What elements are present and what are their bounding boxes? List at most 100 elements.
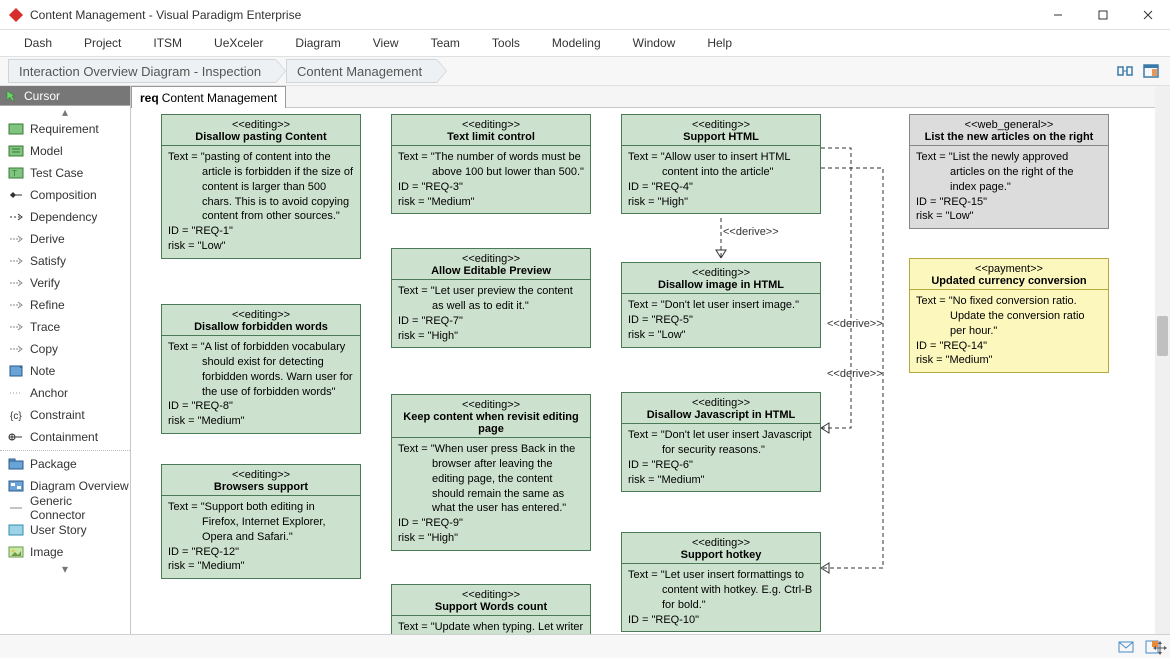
palette-item-dependency[interactable]: Dependency — [0, 206, 130, 228]
diagram-canvas[interactable]: <<editing>>Disallow pasting ContentText … — [131, 108, 1170, 634]
palette-item-anchor[interactable]: Anchor — [0, 382, 130, 404]
palette-item-image[interactable]: Image — [0, 541, 130, 563]
requirement-text: Text = "Update when typing. Let writer — [398, 620, 584, 634]
requirement-box[interactable]: <<editing>>Support hotkey Text = "Let use… — [621, 532, 821, 632]
requirement-title: Disallow Javascript in HTML — [626, 409, 816, 421]
menu-help[interactable]: Help — [691, 36, 748, 50]
requirement-box[interactable]: <<editing>>Support HTMLText = "Allow use… — [621, 114, 821, 214]
palette-item-satisfy[interactable]: Satisfy — [0, 250, 130, 272]
requirement-title: Support HTML — [626, 131, 816, 143]
palette-item-label: Test Case — [30, 166, 83, 180]
requirement-text: Text = "Allow user to insert HTML conten… — [628, 150, 814, 180]
requirement-stereotype: <<editing>> — [626, 537, 816, 549]
requirement-stereotype: <<editing>> — [626, 267, 816, 279]
requirement-box[interactable]: <<editing>>Disallow Javascript in HTMLTe… — [621, 392, 821, 492]
palette-item-label: Note — [30, 364, 55, 378]
palette-item-containment[interactable]: Containment — [0, 426, 130, 448]
canvas-scrollbar-vertical[interactable] — [1155, 86, 1170, 634]
palette-item-requirement[interactable]: Requirement — [0, 118, 130, 140]
requirement-box[interactable]: <<editing>>Support Words countText = "Up… — [391, 584, 591, 634]
menu-tools[interactable]: Tools — [476, 36, 536, 50]
requirement-box[interactable]: <<editing>>Disallow image in HTMLText = … — [621, 262, 821, 348]
minimize-button[interactable] — [1035, 0, 1080, 30]
palette-item-trace[interactable]: Trace — [0, 316, 130, 338]
palette-item-user-story[interactable]: User Story — [0, 519, 130, 541]
requirement-text: Text = "When user press Back in the brow… — [398, 442, 584, 516]
breadcrumb-seg-0[interactable]: Interaction Overview Diagram - Inspectio… — [8, 59, 276, 83]
close-button[interactable] — [1125, 0, 1170, 30]
menu-view[interactable]: View — [357, 36, 415, 50]
app-icon — [8, 7, 24, 23]
palette-item-package[interactable]: Package — [0, 453, 130, 475]
menu-diagram[interactable]: Diagram — [279, 36, 356, 50]
requirement-title: Updated currency conversion — [914, 275, 1104, 287]
requirement-risk: risk = "Medium" — [628, 473, 814, 488]
palette-item-label: Diagram Overview — [30, 479, 129, 493]
menu-project[interactable]: Project — [68, 36, 137, 50]
mail-icon[interactable] — [1118, 639, 1134, 655]
requirement-text: Text = "Let user preview the content as … — [398, 284, 584, 314]
menu-modeling[interactable]: Modeling — [536, 36, 617, 50]
requirement-box[interactable]: <<editing>>Disallow pasting ContentText … — [161, 114, 361, 259]
palette-item-derive[interactable]: Derive — [0, 228, 130, 250]
palette-item-note[interactable]: Note — [0, 360, 130, 382]
requirement-text: Text = "Let user insert formattings to c… — [628, 568, 814, 613]
requirement-risk: risk = "High" — [398, 531, 584, 546]
requirement-stereotype: <<editing>> — [396, 589, 586, 601]
palette-item-label: Package — [30, 457, 77, 471]
diagram-options-icon[interactable] — [1116, 62, 1134, 80]
requirement-box[interactable]: <<editing>>Text limit controlText = "The… — [391, 114, 591, 214]
requirement-id: ID = "REQ-4" — [628, 180, 814, 195]
requirement-box[interactable]: <<editing>>Disallow forbidden wordsText … — [161, 304, 361, 434]
panel-toggle-icon[interactable] — [1142, 62, 1160, 80]
requirement-stereotype: <<editing>> — [626, 397, 816, 409]
requirement-box[interactable]: <<payment>>Updated currency conversionTe… — [909, 258, 1109, 373]
palette-item-constraint[interactable]: {c}Constraint — [0, 404, 130, 426]
palette-item-label: Verify — [30, 276, 60, 290]
requirement-title: Allow Editable Preview — [396, 265, 586, 277]
palette-item-test-case[interactable]: TTest Case — [0, 162, 130, 184]
palette-item-label: Anchor — [30, 386, 68, 400]
requirement-box[interactable]: <<editing>>Allow Editable PreviewText = … — [391, 248, 591, 348]
menubar: Dash Project ITSM UeXceler Diagram View … — [0, 30, 1170, 56]
requirement-id: ID = "REQ-5" — [628, 313, 814, 328]
palette-item-label: Copy — [30, 342, 58, 356]
palette-item-label: Requirement — [30, 122, 99, 136]
palette-item-label: Derive — [30, 232, 65, 246]
palette-item-model[interactable]: Model — [0, 140, 130, 162]
palette-scroll-down[interactable]: ▾ — [0, 563, 130, 575]
requirement-box[interactable]: <<editing>>Browsers supportText = "Suppo… — [161, 464, 361, 579]
palette-cursor[interactable]: Cursor — [0, 86, 130, 106]
requirement-title: Support hotkey — [626, 549, 816, 561]
palette-item-label: User Story — [30, 523, 87, 537]
requirement-stereotype: <<payment>> — [914, 263, 1104, 275]
breadcrumb-seg-1[interactable]: Content Management — [286, 59, 437, 83]
menu-window[interactable]: Window — [617, 36, 692, 50]
tab-prefix: req — [140, 91, 159, 105]
requirement-risk: risk = "Low" — [628, 328, 814, 343]
menu-team[interactable]: Team — [415, 36, 476, 50]
palette-scroll-up[interactable]: ▴ — [0, 106, 130, 118]
requirement-risk: risk = "Medium" — [916, 353, 1102, 368]
palette-item-refine[interactable]: Refine — [0, 294, 130, 316]
palette-item-verify[interactable]: Verify — [0, 272, 130, 294]
resize-handle-icon[interactable] — [1150, 638, 1170, 658]
palette-item-generic-connector[interactable]: Generic Connector — [0, 497, 130, 519]
scrollbar-thumb[interactable] — [1157, 316, 1168, 356]
requirement-text: Text = "Support both editing in Firefox,… — [168, 500, 354, 545]
requirement-box[interactable]: <<editing>>Keep content when revisit edi… — [391, 394, 591, 551]
palette-item-label: Refine — [30, 298, 65, 312]
requirement-id: ID = "REQ-9" — [398, 516, 584, 531]
maximize-button[interactable] — [1080, 0, 1125, 30]
requirement-box[interactable]: <<web_general>>List the new articles on … — [909, 114, 1109, 229]
requirement-title: Disallow image in HTML — [626, 279, 816, 291]
requirement-stereotype: <<editing>> — [166, 469, 356, 481]
tab-content-management[interactable]: req Content Management — [131, 86, 286, 108]
menu-itsm[interactable]: ITSM — [137, 36, 198, 50]
requirement-title: List the new articles on the right — [914, 131, 1104, 143]
requirement-id: ID = "REQ-7" — [398, 314, 584, 329]
palette-item-copy[interactable]: Copy — [0, 338, 130, 360]
menu-dash[interactable]: Dash — [8, 36, 68, 50]
palette-item-composition[interactable]: Composition — [0, 184, 130, 206]
menu-uexceler[interactable]: UeXceler — [198, 36, 279, 50]
